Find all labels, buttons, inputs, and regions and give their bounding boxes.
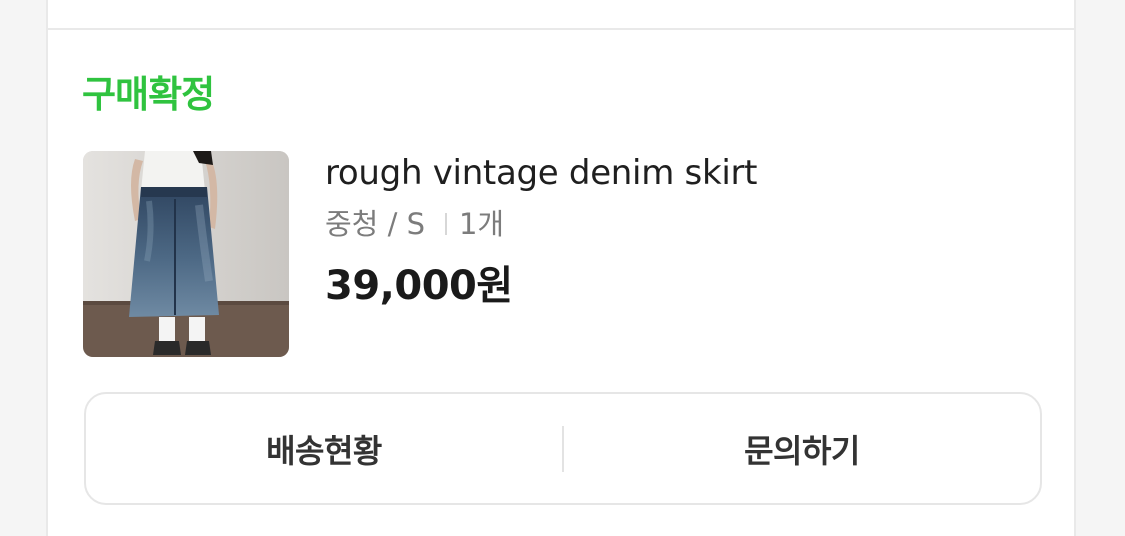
option-separator [444,213,447,235]
product-info: rough vintage denim skirt 중청 / S 1개 39,0… [325,150,1025,312]
product-name[interactable]: rough vintage denim skirt [325,150,1025,196]
shipping-status-button[interactable]: 배송현황 [86,394,562,503]
order-page: 구매확정 rough vintage denim skirt 중청 / S 1개… [0,0,1125,536]
order-card: 구매확정 rough vintage denim skirt 중청 / S 1개… [46,0,1076,536]
divider [48,28,1074,30]
product-price: 39,000원 [325,263,513,309]
product-option-row: 중청 / S 1개 [325,204,1025,244]
product-quantity: 1개 [458,207,505,241]
product-thumbnail[interactable] [83,151,289,357]
inquiry-button[interactable]: 문의하기 [564,394,1040,503]
order-action-buttons: 배송현황 문의하기 [84,392,1042,505]
product-image [83,151,289,357]
product-option: 중청 / S [325,207,425,241]
order-status-label: 구매확정 [82,73,215,116]
